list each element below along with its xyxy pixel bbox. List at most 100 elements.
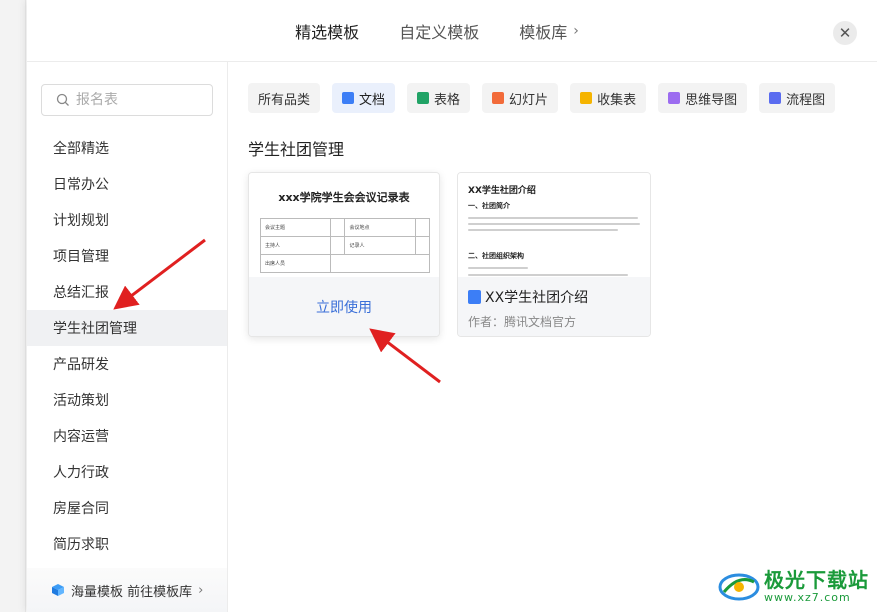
- filter-label: 幻灯片: [509, 92, 549, 108]
- tab-label: 模板库: [519, 23, 568, 42]
- preview-table: 会议主题 会议地点 主持人 记录人 出席人员: [259, 218, 431, 273]
- category-label: 活动策划: [53, 393, 109, 409]
- category-item-project-management[interactable]: 项目管理: [27, 238, 227, 274]
- category-item-planning[interactable]: 计划规划: [27, 202, 227, 238]
- category-label: 总结汇报: [53, 285, 109, 301]
- table-row: 主持人 记录人: [259, 236, 431, 255]
- category-item-student-club[interactable]: 学生社团管理: [27, 310, 227, 346]
- template-card-meeting-record[interactable]: xxx学院学生会会议记录表 会议主题 会议地点 主持人 记录人 出席人员 立即使…: [248, 172, 440, 337]
- table-cell: [330, 236, 346, 255]
- category-item-all-featured[interactable]: 全部精选: [27, 130, 227, 166]
- template-title: XX学生社团介绍: [485, 290, 589, 306]
- filter-label: 文档: [359, 92, 386, 108]
- watermark-name: 极光下载站: [764, 568, 869, 592]
- category-label: 计划规划: [53, 213, 109, 229]
- preview-text-line: [468, 267, 528, 269]
- background-edge: [0, 0, 26, 612]
- filter-label: 流程图: [786, 92, 826, 108]
- template-author: 作者：腾讯文档官方: [468, 315, 577, 329]
- category-item-hr-admin[interactable]: 人力行政: [27, 454, 227, 490]
- tab-label: 自定义模板: [399, 23, 480, 42]
- table-cell: [330, 254, 430, 273]
- close-icon: ✕: [838, 24, 852, 42]
- watermark-url: www.xz7.com: [764, 591, 851, 604]
- section-title: 学生社团管理: [248, 140, 345, 159]
- type-filter-bar: 所有品类 文档 表格 幻灯片 收集表 思维导图 流程图: [248, 83, 836, 113]
- category-label: 人力行政: [53, 465, 109, 481]
- filter-label: 所有品类: [258, 92, 311, 108]
- template-library-link[interactable]: 海量模板 前往模板库 ›: [27, 568, 227, 612]
- template-dialog: 精选模板 自定义模板 模板库 › ✕ 全部精选 日常办公 计划规划 项目管理 总结…: [27, 0, 877, 612]
- aurora-logo-icon: [718, 573, 760, 600]
- category-item-content-ops[interactable]: 内容运营: [27, 418, 227, 454]
- template-title-row: XX学生社团介绍: [468, 287, 640, 307]
- template-content: 所有品类 文档 表格 幻灯片 收集表 思维导图 流程图 学生社团管理 xxx学院…: [229, 62, 877, 612]
- search-input[interactable]: [76, 92, 196, 108]
- category-sidebar: 全部精选 日常办公 计划规划 项目管理 总结汇报 学生社团管理 产品研发 活动策…: [27, 62, 228, 612]
- category-item-housing-contract[interactable]: 房屋合同: [27, 490, 227, 526]
- close-button[interactable]: ✕: [833, 21, 857, 45]
- category-item-event-planning[interactable]: 活动策划: [27, 382, 227, 418]
- slides-icon: [492, 92, 505, 104]
- preview-text-line: [468, 229, 618, 231]
- search-box[interactable]: [41, 84, 213, 116]
- filter-slides[interactable]: 幻灯片: [482, 83, 559, 113]
- category-list: 全部精选 日常办公 计划规划 项目管理 总结汇报 学生社团管理 产品研发 活动策…: [27, 130, 227, 562]
- category-label: 房屋合同: [53, 501, 109, 517]
- table-cell: 会议主题: [259, 218, 332, 237]
- table-cell: 出席人员: [259, 254, 332, 273]
- template-cube-icon: [52, 584, 64, 596]
- document-icon: [468, 290, 481, 304]
- preview-text-line: [468, 274, 628, 276]
- filter-sheet[interactable]: 表格: [407, 83, 471, 113]
- search-icon: [56, 93, 69, 106]
- filter-all-categories[interactable]: 所有品类: [248, 83, 321, 113]
- table-cell: 主持人: [259, 236, 332, 255]
- category-item-product-dev[interactable]: 产品研发: [27, 346, 227, 382]
- preview-text-line: [468, 217, 638, 219]
- document-icon: [342, 92, 355, 104]
- use-now-button[interactable]: 立即使用: [249, 277, 439, 336]
- category-item-resume[interactable]: 简历求职: [27, 526, 227, 562]
- tab-label: 精选模板: [295, 23, 360, 42]
- category-item-summary-report[interactable]: 总结汇报: [27, 274, 227, 310]
- category-label: 内容运营: [53, 429, 109, 445]
- template-card-club-intro[interactable]: XX学生社团介绍 一、社团简介 二、社团组织架构 XX学生社团介绍 作者：腾讯文…: [457, 172, 651, 337]
- filter-mindmap[interactable]: 思维导图: [658, 83, 748, 113]
- template-tabs: 精选模板 自定义模板 模板库 ›: [27, 0, 877, 62]
- site-watermark: 极光下载站 www.xz7.com: [718, 569, 869, 604]
- category-label: 产品研发: [53, 357, 109, 373]
- template-info: XX学生社团介绍 作者：腾讯文档官方: [458, 277, 650, 336]
- preview-title: xxx学院学生会会议记录表: [278, 191, 410, 204]
- chevron-right-icon: ›: [198, 582, 204, 598]
- preview-title: XX学生社团介绍: [468, 186, 536, 196]
- filter-form[interactable]: 收集表: [570, 83, 647, 113]
- table-row: 出席人员: [259, 254, 430, 273]
- form-icon: [580, 92, 593, 104]
- filter-label: 思维导图: [685, 92, 738, 108]
- category-label: 日常办公: [53, 177, 109, 193]
- template-library-link-label: 海量模板 前往模板库: [71, 584, 193, 600]
- tab-template-library[interactable]: 模板库 ›: [519, 0, 579, 62]
- dialog-header: 精选模板 自定义模板 模板库 › ✕: [27, 0, 877, 62]
- category-label: 全部精选: [53, 141, 109, 157]
- tab-featured-templates[interactable]: 精选模板: [295, 0, 359, 62]
- preview-heading: 二、社团组织架构: [468, 252, 524, 260]
- filter-document[interactable]: 文档: [332, 83, 396, 113]
- category-label: 项目管理: [53, 249, 109, 265]
- watermark-text: 极光下载站 www.xz7.com: [764, 569, 869, 604]
- preview-text-line: [468, 223, 640, 225]
- filter-label: 表格: [434, 92, 461, 108]
- template-preview: XX学生社团介绍 一、社团简介 二、社团组织架构: [458, 173, 650, 279]
- mindmap-icon: [668, 92, 681, 104]
- flowchart-icon: [769, 92, 782, 104]
- filter-label: 收集表: [597, 92, 637, 108]
- table-cell: [414, 236, 431, 255]
- category-item-daily-office[interactable]: 日常办公: [27, 166, 227, 202]
- table-cell: 会议地点: [344, 218, 416, 237]
- template-preview: xxx学院学生会会议记录表 会议主题 会议地点 主持人 记录人 出席人员: [249, 173, 439, 279]
- table-cell: [414, 218, 431, 237]
- tab-custom-templates[interactable]: 自定义模板: [399, 0, 479, 62]
- filter-flowchart[interactable]: 流程图: [759, 83, 836, 113]
- preview-heading: 一、社团简介: [468, 202, 510, 210]
